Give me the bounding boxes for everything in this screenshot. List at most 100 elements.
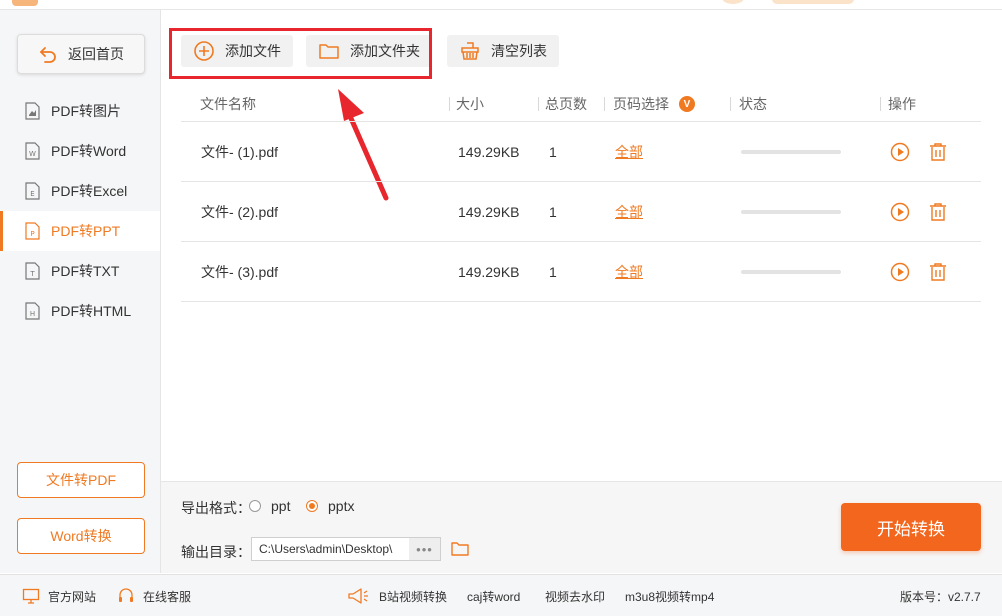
basket-icon bbox=[461, 42, 479, 60]
svg-text:E: E bbox=[30, 190, 34, 198]
file-name: 文件- (2).pdf bbox=[201, 204, 279, 220]
megaphone-icon bbox=[348, 588, 368, 604]
col-header-pages: 总页数 bbox=[545, 96, 587, 112]
play-icon[interactable] bbox=[890, 142, 910, 162]
format-option-label: ppt bbox=[271, 498, 291, 514]
svg-text:T: T bbox=[29, 270, 35, 278]
col-header-size: 大小 bbox=[456, 96, 484, 112]
status-bar: 官方网站 在线客服 B站视频转换 caj转word 视频去水印 m3u8视频转m… bbox=[0, 574, 1002, 616]
sidebar-item-label: PDF转Excel bbox=[51, 183, 128, 199]
col-header-actions: 操作 bbox=[888, 96, 916, 112]
promo-link-bilibili[interactable]: B站视频转换 bbox=[379, 575, 447, 616]
app-logo-fragment bbox=[12, 0, 38, 6]
sidebar-item-pdf-to-image[interactable]: PDF转图片 bbox=[0, 91, 160, 131]
trash-icon[interactable] bbox=[928, 142, 948, 162]
online-support-link[interactable]: 在线客服 bbox=[117, 575, 191, 616]
sidebar-item-label: PDF转HTML bbox=[51, 303, 132, 319]
file-size: 149.29KB bbox=[458, 264, 520, 280]
page-count: 1 bbox=[549, 144, 557, 160]
page-select-link[interactable]: 全部 bbox=[615, 142, 643, 162]
clear-list-button[interactable]: 清空列表 bbox=[447, 35, 559, 67]
image-file-icon bbox=[25, 102, 40, 120]
progress-bar bbox=[741, 210, 841, 214]
sidebar-item-label: PDF转Word bbox=[51, 143, 127, 159]
back-home-label: 返回首页 bbox=[68, 46, 124, 62]
page-select-link[interactable]: 全部 bbox=[615, 202, 643, 222]
promo-link-m3u8[interactable]: m3u8视频转mp4 bbox=[625, 575, 714, 616]
column-divider bbox=[449, 97, 450, 111]
conversion-menu: PDF转图片 W PDF转Word E PDF转Excel P PDF转PPT … bbox=[0, 91, 160, 331]
col-header-status: 状态 bbox=[739, 96, 767, 112]
col-header-page-select: 页码选择 V bbox=[613, 86, 695, 122]
promo-link-caj[interactable]: caj转word bbox=[467, 575, 520, 616]
excel-file-icon: E bbox=[25, 182, 40, 200]
output-dir-label: 输出目录： bbox=[181, 544, 251, 560]
sidebar-item-pdf-to-html[interactable]: H PDF转HTML bbox=[0, 291, 160, 331]
format-option-pptx[interactable]: pptx bbox=[306, 498, 354, 514]
svg-text:W: W bbox=[29, 150, 36, 158]
table-row: 文件- (3).pdf 149.29KB 1 全部 bbox=[181, 242, 981, 302]
column-divider bbox=[730, 97, 731, 111]
format-option-ppt[interactable]: ppt bbox=[249, 498, 290, 514]
column-divider bbox=[604, 97, 605, 111]
open-folder-icon[interactable] bbox=[450, 539, 470, 559]
file-size: 149.29KB bbox=[458, 144, 520, 160]
file-to-pdf-button[interactable]: 文件转PDF bbox=[17, 462, 145, 498]
sidebar-item-label: PDF转图片 bbox=[51, 103, 121, 119]
headset-icon bbox=[119, 588, 133, 602]
file-table-header: 文件名称 大小 总页数 页码选择 V 状态 操作 bbox=[181, 86, 981, 122]
page-count: 1 bbox=[549, 264, 557, 280]
trash-icon[interactable] bbox=[928, 262, 948, 282]
sidebar-item-pdf-to-word[interactable]: W PDF转Word bbox=[0, 131, 160, 171]
format-option-label: pptx bbox=[328, 498, 355, 514]
vip-badge-icon: V bbox=[679, 96, 695, 112]
file-size: 149.29KB bbox=[458, 204, 520, 220]
sidebar-item-pdf-to-ppt[interactable]: P PDF转PPT bbox=[0, 211, 160, 251]
table-row: 文件- (2).pdf 149.29KB 1 全部 bbox=[181, 182, 981, 242]
sidebar-item-label: PDF转TXT bbox=[51, 263, 120, 279]
clear-list-label: 清空列表 bbox=[491, 43, 547, 59]
official-website-link[interactable]: 官方网站 bbox=[22, 575, 96, 616]
progress-bar bbox=[741, 150, 841, 154]
version-label: 版本号：v2.7.7 bbox=[900, 589, 981, 604]
start-convert-button[interactable]: 开始转换 bbox=[841, 503, 981, 551]
html-file-icon: H bbox=[25, 302, 40, 320]
txt-file-icon: T bbox=[25, 262, 40, 280]
col-header-page-select-label: 页码选择 bbox=[613, 96, 669, 112]
monitor-icon bbox=[22, 588, 40, 604]
play-icon[interactable] bbox=[890, 262, 910, 282]
title-decoration bbox=[772, 0, 854, 4]
progress-bar bbox=[741, 270, 841, 274]
radio-icon bbox=[249, 500, 261, 512]
col-header-name: 文件名称 bbox=[200, 96, 256, 112]
sidebar: 返回首页 PDF转图片 W PDF转Word E PDF转Excel P PDF… bbox=[0, 10, 161, 573]
title-decoration bbox=[722, 0, 744, 4]
title-bar-strip bbox=[0, 0, 1002, 10]
back-home-button[interactable]: 返回首页 bbox=[17, 34, 145, 74]
word-file-icon: W bbox=[25, 142, 40, 160]
sidebar-item-pdf-to-excel[interactable]: E PDF转Excel bbox=[0, 171, 160, 211]
promo-link-watermark[interactable]: 视频去水印 bbox=[545, 575, 605, 616]
format-label: 导出格式： bbox=[181, 500, 251, 516]
trash-icon[interactable] bbox=[928, 202, 948, 222]
word-convert-button[interactable]: Word转换 bbox=[17, 518, 145, 554]
column-divider bbox=[880, 97, 881, 111]
svg-text:P: P bbox=[30, 230, 34, 238]
online-support-label: 在线客服 bbox=[143, 589, 192, 604]
ppt-file-icon: P bbox=[25, 222, 40, 240]
sidebar-item-label: PDF转PPT bbox=[51, 223, 121, 239]
page-count: 1 bbox=[549, 204, 557, 220]
page-select-link[interactable]: 全部 bbox=[615, 262, 643, 282]
column-divider bbox=[538, 97, 539, 111]
table-row: 文件- (1).pdf 149.29KB 1 全部 bbox=[181, 122, 981, 182]
file-name: 文件- (3).pdf bbox=[201, 264, 279, 280]
sidebar-item-pdf-to-txt[interactable]: T PDF转TXT bbox=[0, 251, 160, 291]
annotation-highlight-box bbox=[169, 28, 432, 79]
browse-more-button[interactable]: ••• bbox=[409, 538, 440, 560]
file-name: 文件- (1).pdf bbox=[201, 144, 279, 160]
svg-text:H: H bbox=[30, 310, 35, 318]
back-arrow-icon bbox=[40, 47, 56, 63]
official-website-label: 官方网站 bbox=[48, 589, 97, 604]
radio-selected-icon bbox=[306, 500, 318, 512]
play-icon[interactable] bbox=[890, 202, 910, 222]
